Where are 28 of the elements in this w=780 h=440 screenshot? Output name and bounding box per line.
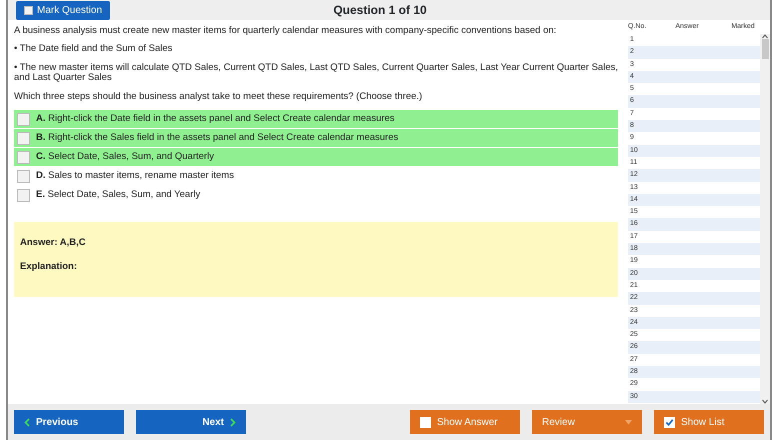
question-text: A business analysis must create new master items for quarterly calendar measures with company-specific conventions based on: xyxy=(14,26,558,36)
scrollbar[interactable] xyxy=(760,34,770,404)
previous-button[interactable]: Previous xyxy=(14,410,124,434)
scroll-down-icon[interactable] xyxy=(762,399,768,404)
answer-option[interactable]: E. Select Date, Sales, Sum, and Yearly xyxy=(14,186,618,204)
question-text: • The new master items will calculate QTD Sales, Current QTD Sales, Last QTD Sales, Current Quarter Sales, Last Year Current Quarter Sales, and Last Quarter Sales xyxy=(14,62,618,84)
option-checkbox[interactable] xyxy=(17,112,30,126)
option-checkbox[interactable] xyxy=(17,150,30,164)
highlighted-option[interactable]: C. Select Date, Sales, Sum, and Quarterly xyxy=(14,148,618,166)
answer-option[interactable]: D. Sales to master items, rename master items xyxy=(14,167,618,186)
scroll-thumb[interactable] xyxy=(762,39,768,59)
question-text: Which three steps should the business analyst take to meet these requirements? (Choose three.) xyxy=(14,92,424,102)
explanation-label: Explanation: xyxy=(20,260,78,274)
caret-icon xyxy=(625,420,632,424)
scroll-up-icon[interactable] xyxy=(762,34,768,39)
highlighted-option[interactable]: A. Right-click the Date field in the assets panel and Select Create calendar measures xyxy=(14,110,618,128)
question-title: Question 1 of 10 xyxy=(332,2,428,19)
answer-text: Answer: A,B,C xyxy=(20,236,87,250)
next-button[interactable]: Next xyxy=(136,410,246,434)
highlighted-option[interactable]: B. Right-click the Sales field in the assets panel and Select Create calendar measures xyxy=(14,129,618,148)
option-checkbox[interactable] xyxy=(17,188,30,202)
option-checkbox[interactable] xyxy=(17,132,30,145)
mark-question-button[interactable]: Mark Question xyxy=(16,0,110,20)
question-text: • The Date field and the Sum of Sales xyxy=(14,44,174,55)
chevron-left-icon xyxy=(24,418,30,426)
chevron-right-icon xyxy=(230,418,236,426)
check-icon xyxy=(665,418,674,426)
option-checkbox[interactable] xyxy=(17,170,30,183)
